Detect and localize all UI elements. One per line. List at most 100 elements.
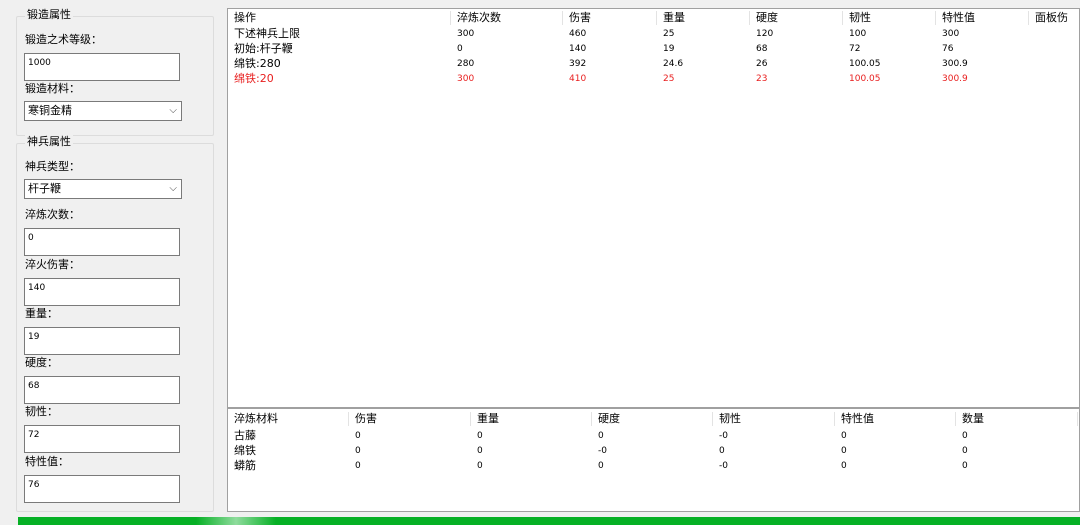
cell-quantity: 0: [962, 431, 968, 441]
cell-refine-count: 300: [457, 74, 475, 84]
chevron-down-icon: ⌵: [169, 183, 177, 194]
cell-weight: 0: [477, 431, 483, 441]
weapon-properties-title: 神兵属性: [25, 135, 73, 149]
cell-operation: 绵铁:280: [234, 57, 281, 70]
col-trait-value[interactable]: 特性值: [841, 412, 874, 426]
toughness-input[interactable]: 72: [24, 425, 180, 453]
col-quantity[interactable]: 数量: [962, 412, 984, 426]
cell-weight: 0: [477, 446, 483, 456]
cell-hardness: 26: [756, 59, 768, 69]
hardness-input[interactable]: 68: [24, 376, 180, 404]
cell-damage: 140: [569, 44, 587, 54]
trait-value-input[interactable]: 76: [24, 475, 180, 503]
col-separator: [591, 412, 592, 426]
operations-table[interactable]: 操作 淬炼次数 伤害 重量 硬度 韧性 特性值 面板伤 下述神兵上限 300 4…: [227, 8, 1080, 408]
col-separator: [955, 412, 956, 426]
weapon-type-select[interactable]: 杆子鞭 ⌵: [24, 179, 182, 199]
cell-weight: 25: [663, 74, 675, 84]
cell-operation: 下述神兵上限: [234, 27, 300, 40]
col-separator: [935, 11, 936, 25]
toughness-label: 韧性：: [25, 405, 58, 418]
col-operation[interactable]: 操作: [234, 11, 256, 25]
col-refine-count[interactable]: 淬炼次数: [457, 11, 501, 25]
progress-bar-glow: [196, 517, 276, 525]
col-weight[interactable]: 重量: [663, 11, 685, 25]
col-toughness[interactable]: 韧性: [719, 412, 741, 426]
col-separator: [712, 412, 713, 426]
table-row[interactable]: 绵铁:280 280 392 24.6 26 100.05 300.9: [228, 57, 1079, 71]
weapon-type-value: 杆子鞭: [28, 182, 61, 195]
cell-toughness: 0: [719, 446, 725, 456]
cell-toughness: -0: [719, 431, 728, 441]
col-separator: [834, 412, 835, 426]
cell-material: 古藤: [234, 429, 256, 442]
cell-damage: 392: [569, 59, 587, 69]
cell-hardness: 0: [598, 461, 604, 471]
weight-input[interactable]: 19: [24, 327, 180, 355]
materials-table[interactable]: 淬炼材料 伤害 重量 硬度 韧性 特性值 数量 古藤 0 0 0 -0 0 0 …: [227, 408, 1080, 512]
weapon-type-label: 神兵类型：: [25, 160, 80, 173]
cell-damage: 0: [355, 446, 361, 456]
col-damage[interactable]: 伤害: [355, 412, 377, 426]
col-hardness[interactable]: 硬度: [598, 412, 620, 426]
cell-hardness: 120: [756, 29, 774, 39]
cell-toughness: -0: [719, 461, 728, 471]
cell-trait-value: 300.9: [942, 74, 968, 84]
col-separator: [1028, 11, 1029, 25]
cell-quantity: 0: [962, 461, 968, 471]
cell-operation: 初始:杆子鞭: [234, 42, 293, 55]
col-separator: [749, 11, 750, 25]
cell-weight: 24.6: [663, 59, 684, 69]
forge-material-label: 锻造材料：: [25, 82, 80, 95]
operations-header: 操作 淬炼次数 伤害 重量 硬度 韧性 特性值 面板伤: [228, 11, 1079, 25]
cell-toughness: 72: [849, 44, 861, 54]
table-row-highlighted[interactable]: 绵铁:20 300 410 25 23 100.05 300.9: [228, 72, 1079, 86]
col-weight[interactable]: 重量: [477, 412, 499, 426]
col-separator: [348, 412, 349, 426]
forge-material-select[interactable]: 寒铜金精 ⌵: [24, 101, 182, 121]
hardness-label: 硬度：: [25, 356, 58, 369]
cell-refine-count: 0: [457, 44, 463, 54]
col-separator: [842, 11, 843, 25]
refine-count-label: 淬炼次数：: [25, 208, 80, 221]
materials-header: 淬炼材料 伤害 重量 硬度 韧性 特性值 数量: [228, 412, 1079, 426]
refine-count-input[interactable]: 0: [24, 228, 180, 256]
cell-toughness: 100: [849, 29, 867, 39]
cell-toughness: 100.05: [849, 59, 881, 69]
weight-label: 重量：: [25, 307, 58, 320]
cell-weight: 19: [663, 44, 675, 54]
cell-refine-count: 300: [457, 29, 475, 39]
quench-damage-input[interactable]: 140: [24, 278, 180, 306]
table-row[interactable]: 下述神兵上限 300 460 25 120 100 300: [228, 27, 1079, 41]
cell-weight: 25: [663, 29, 675, 39]
col-damage[interactable]: 伤害: [569, 11, 591, 25]
cell-trait-value: 0: [841, 461, 847, 471]
cell-damage: 460: [569, 29, 587, 39]
cell-trait-value: 300: [942, 29, 960, 39]
col-trait-value[interactable]: 特性值: [942, 11, 975, 25]
cell-hardness: -0: [598, 446, 607, 456]
table-row[interactable]: 蟒筋 0 0 0 -0 0 0: [228, 459, 1079, 473]
table-row[interactable]: 绵铁 0 0 -0 0 0 0: [228, 444, 1079, 458]
cell-trait-value: 0: [841, 431, 847, 441]
cell-quantity: 0: [962, 446, 968, 456]
col-panel-damage[interactable]: 面板伤: [1035, 11, 1068, 25]
cell-damage: 0: [355, 431, 361, 441]
cell-trait-value: 300.9: [942, 59, 968, 69]
col-separator: [656, 11, 657, 25]
cell-material: 绵铁: [234, 444, 256, 457]
col-hardness[interactable]: 硬度: [756, 11, 778, 25]
col-material[interactable]: 淬炼材料: [234, 412, 278, 426]
forge-level-input[interactable]: 1000: [24, 53, 180, 81]
cell-hardness: 23: [756, 74, 768, 84]
cell-hardness: 68: [756, 44, 768, 54]
col-separator: [470, 412, 471, 426]
col-separator: [562, 11, 563, 25]
forge-level-label: 锻造之术等级：: [25, 33, 102, 46]
cell-damage: 0: [355, 461, 361, 471]
progress-bar: [18, 517, 1080, 525]
table-row[interactable]: 古藤 0 0 0 -0 0 0: [228, 429, 1079, 443]
col-toughness[interactable]: 韧性: [849, 11, 871, 25]
table-row[interactable]: 初始:杆子鞭 0 140 19 68 72 76: [228, 42, 1079, 56]
cell-hardness: 0: [598, 431, 604, 441]
